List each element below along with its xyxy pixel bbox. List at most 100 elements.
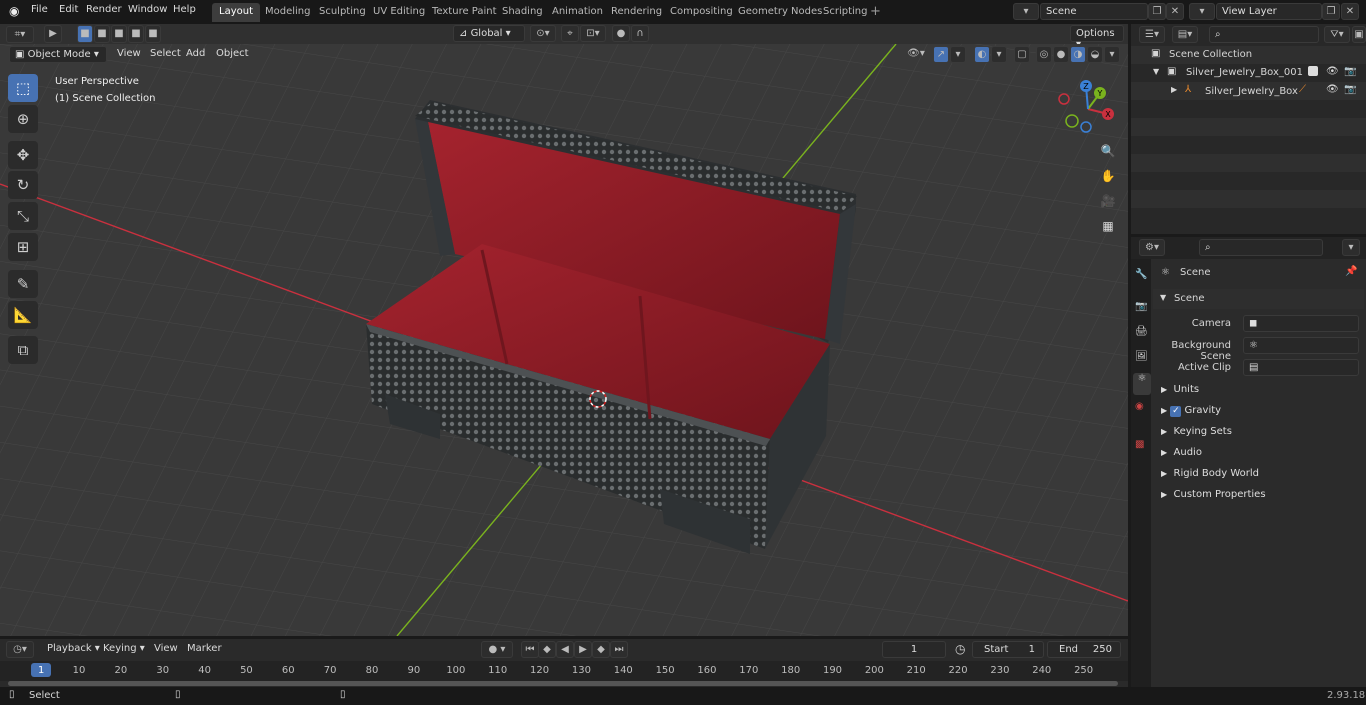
output-tab-icon[interactable]: 🖨 <box>1135 326 1148 337</box>
select-box-tool-icon[interactable]: ⬚ <box>8 74 38 102</box>
measure-tool-icon[interactable]: 📐 <box>8 301 38 329</box>
collection-visibility-icon[interactable]: 👁 <box>1326 66 1339 77</box>
select-mode-subtract-icon[interactable]: ■ <box>111 25 127 43</box>
select-mode-invert-icon[interactable]: ■ <box>128 25 144 43</box>
shading-menu-icon[interactable]: ▾ <box>1104 46 1120 63</box>
falloff-icon[interactable]: ∩ <box>631 25 649 42</box>
shading-solid-icon[interactable]: ● <box>1053 46 1069 63</box>
auto-keying-icon[interactable]: ● ▾ <box>481 641 513 658</box>
gizmo-menu-icon[interactable]: ▾ <box>950 46 966 63</box>
xray-toggle-icon[interactable]: ▢ <box>1014 46 1030 63</box>
tool-tab-icon[interactable]: 🔧 <box>1135 269 1147 280</box>
collapse-scene-panel-icon[interactable]: ▼ <box>1160 293 1166 302</box>
collection-checkbox[interactable] <box>1308 66 1318 76</box>
timeline-editor-type-icon[interactable]: ◷▾ <box>6 641 34 658</box>
select-box-icon[interactable]: ▶ <box>44 25 62 43</box>
tab-uv-editing[interactable]: UV Editing <box>366 3 432 22</box>
tab-geometry-nodes[interactable]: Geometry Nodes <box>731 3 829 22</box>
outliner-row-collection[interactable]: ▼ ▣ Silver_Jewelry_Box_001 👁 📷 <box>1131 64 1366 82</box>
tab-texture-paint[interactable]: Texture Paint <box>425 3 504 22</box>
scene-panel-header[interactable]: ▼ Scene <box>1153 289 1364 309</box>
snap-target-icon[interactable]: ⊡▾ <box>580 25 606 42</box>
active-clip-field[interactable]: ▤ <box>1243 359 1359 376</box>
texture-tab-icon[interactable]: ▩ <box>1135 439 1144 450</box>
tab-modeling[interactable]: Modeling <box>258 3 318 22</box>
next-keyframe-icon[interactable]: ◆ <box>592 641 610 658</box>
annotate-tool-icon[interactable]: ✎ <box>8 270 38 298</box>
timeline-view-menu[interactable]: View <box>150 641 182 658</box>
tab-compositing[interactable]: Compositing <box>663 3 740 22</box>
scene-name-field[interactable]: Scene <box>1040 3 1148 20</box>
prev-keyframe-icon[interactable]: ◆ <box>538 641 556 658</box>
end-frame-field[interactable]: End 250 <box>1047 641 1121 658</box>
menu-view[interactable]: View <box>113 46 145 63</box>
background-scene-field[interactable]: ⚛ <box>1243 337 1359 354</box>
blender-logo-icon[interactable]: ◉ <box>9 4 19 18</box>
outliner-row-scene-collection[interactable]: ▣ Scene Collection <box>1131 46 1366 64</box>
add-cube-tool-icon[interactable]: ⧉ <box>8 336 38 364</box>
menu-file[interactable]: File <box>31 4 48 15</box>
audio-panel-header[interactable]: ▶ Audio <box>1161 447 1366 467</box>
shading-wireframe-icon[interactable]: ◎ <box>1036 46 1052 63</box>
menu-add[interactable]: Add <box>182 46 209 63</box>
tab-animation[interactable]: Animation <box>545 3 610 22</box>
jump-start-icon[interactable]: ⏮ <box>521 641 539 658</box>
scale-tool-icon[interactable]: ⤡ <box>8 202 38 230</box>
menu-select[interactable]: Select <box>146 46 185 63</box>
pan-view-icon[interactable]: ✋ <box>1097 165 1119 187</box>
collection-render-icon[interactable]: 📷 <box>1344 66 1356 77</box>
rotate-tool-icon[interactable]: ↻ <box>8 171 38 199</box>
menu-render[interactable]: Render <box>86 4 122 15</box>
select-mode-intersect-icon[interactable]: ■ <box>145 25 161 43</box>
properties-editor-type-icon[interactable]: ⚙▾ <box>1139 239 1165 256</box>
jump-end-icon[interactable]: ⏭ <box>610 641 628 658</box>
new-scene-icon[interactable]: ❐ <box>1148 3 1166 20</box>
menu-help[interactable]: Help <box>173 4 196 15</box>
move-tool-icon[interactable]: ✥ <box>8 141 38 169</box>
overlays-toggle-icon[interactable]: ◐ <box>974 46 990 63</box>
transform-orientation-dropdown[interactable]: ⊿ Global ▾ <box>453 25 525 42</box>
playback-menu[interactable]: Playback ▾ <box>43 641 104 658</box>
start-frame-field[interactable]: Start 1 <box>972 641 1044 658</box>
shading-material-icon[interactable]: ◑ <box>1070 46 1086 63</box>
new-collection-icon[interactable]: ▣ <box>1352 26 1366 43</box>
timeline-scrollbar[interactable] <box>8 681 1118 686</box>
outliner-row-object[interactable]: ▶ ⅄ Silver_Jewelry_Box ⟋ 👁 📷 <box>1131 82 1366 100</box>
proportional-editing-icon[interactable]: ● <box>612 25 630 42</box>
tab-scripting[interactable]: Scripting <box>816 3 874 22</box>
overlays-menu-icon[interactable]: ▾ <box>991 46 1007 63</box>
view-layer-tab-icon[interactable]: 🖼 <box>1135 351 1148 362</box>
navigation-gizmo[interactable]: X Y Z <box>1055 76 1121 142</box>
marker-menu[interactable]: Marker <box>183 641 226 658</box>
editor-type-icon[interactable]: ⌗▾ <box>6 26 34 43</box>
menu-object[interactable]: Object <box>212 46 253 63</box>
play-icon[interactable]: ▶ <box>574 641 592 658</box>
visibility-selector-icon[interactable]: 👁▾ <box>903 46 929 63</box>
render-tab-icon[interactable]: 📷 <box>1135 301 1147 312</box>
preview-range-icon[interactable]: ◷ <box>955 642 965 656</box>
units-panel-header[interactable]: ▶ Units <box>1161 384 1366 404</box>
ortho-toggle-icon[interactable]: ▦ <box>1097 215 1119 237</box>
tab-sculpting[interactable]: Sculpting <box>312 3 373 22</box>
properties-search-input[interactable]: ⌕ <box>1199 239 1323 256</box>
custom-properties-panel-header[interactable]: ▶ Custom Properties <box>1161 489 1366 509</box>
scene-tab-icon[interactable]: ⚛ <box>1133 373 1151 395</box>
pivot-point-icon[interactable]: ⊙▾ <box>530 25 556 42</box>
transform-tool-icon[interactable]: ⊞ <box>8 233 38 261</box>
tab-shading[interactable]: Shading <box>495 3 550 22</box>
menu-edit[interactable]: Edit <box>59 4 78 15</box>
properties-options-icon[interactable]: ▾ <box>1342 239 1360 256</box>
camera-view-icon[interactable]: 🎥 <box>1097 190 1119 212</box>
keying-menu[interactable]: Keying ▾ <box>99 641 149 658</box>
mode-dropdown[interactable]: ▣ Object Mode ▾ <box>9 46 107 63</box>
rigid-body-world-panel-header[interactable]: ▶ Rigid Body World <box>1161 468 1366 488</box>
gravity-checkbox[interactable]: ✓ <box>1170 406 1182 417</box>
object-visibility-icon[interactable]: 👁 <box>1326 84 1339 95</box>
options-dropdown[interactable]: Options ▾ <box>1070 25 1124 50</box>
tab-layout[interactable]: Layout <box>212 3 260 22</box>
expand-collection-icon[interactable]: ▼ <box>1153 67 1159 76</box>
select-mode-new-icon[interactable]: ■ <box>77 25 93 43</box>
keying-sets-panel-header[interactable]: ▶ Keying Sets <box>1161 426 1366 446</box>
new-view-layer-icon[interactable]: ❐ <box>1322 3 1340 20</box>
display-mode-icon[interactable]: ▤▾ <box>1172 26 1198 43</box>
